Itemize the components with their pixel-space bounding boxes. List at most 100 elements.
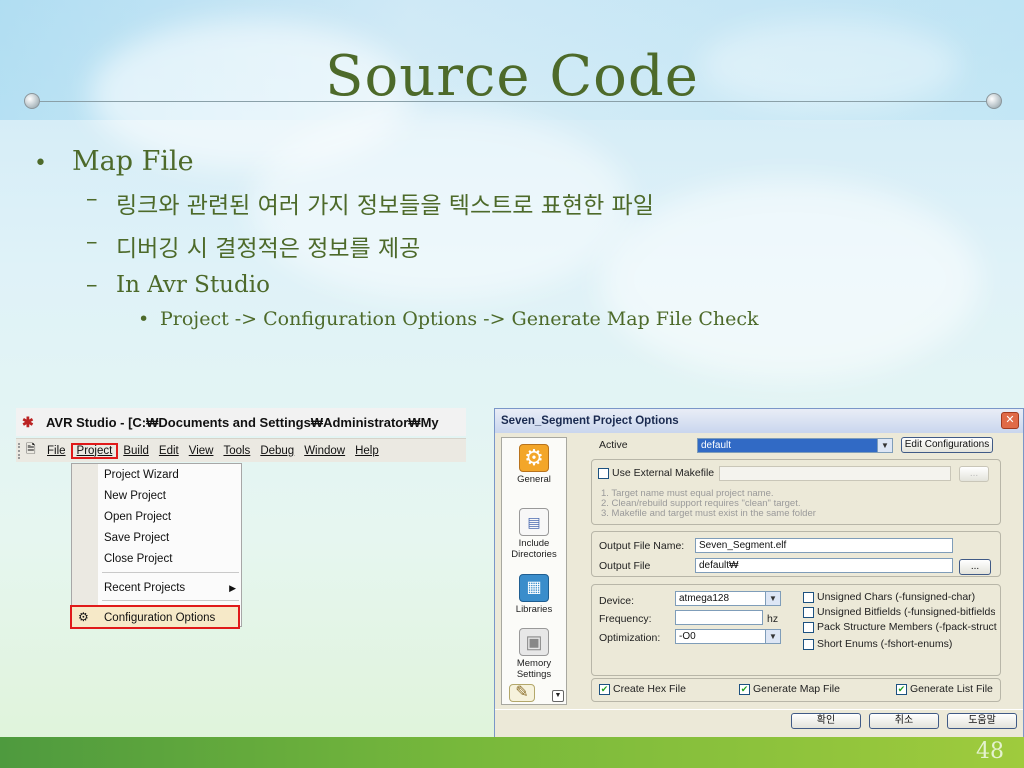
- generate-list-label: Generate List File: [910, 683, 993, 695]
- active-label: Active: [599, 439, 628, 451]
- create-hex-checkbox[interactable]: ✔: [599, 684, 610, 695]
- device-label: Device:: [599, 595, 635, 607]
- sidebar-item-custom[interactable]: ✎: [502, 684, 542, 704]
- use-external-makefile-checkbox[interactable]: [598, 468, 609, 479]
- close-button[interactable]: ✕: [1001, 412, 1019, 429]
- menu-item-label: Configuration Options: [104, 612, 216, 624]
- menu-file[interactable]: File: [42, 445, 71, 457]
- cancel-button[interactable]: 취소: [869, 713, 939, 729]
- use-external-makefile-label: Use External Makefile: [612, 467, 715, 479]
- chevron-down-icon[interactable]: ▼: [552, 690, 564, 702]
- menu-project[interactable]: Project: [70, 442, 119, 459]
- sidebar-item-label: Libraries: [515, 604, 553, 615]
- frequency-unit: hz: [767, 613, 779, 625]
- submenu-arrow-icon: ▶: [229, 583, 236, 593]
- bullet-level2: – In Avr Studio: [86, 272, 759, 298]
- menu-separator: [102, 572, 239, 573]
- device-select[interactable]: atmega128 ▼: [675, 591, 781, 606]
- ok-button[interactable]: 확인: [791, 713, 861, 729]
- menu-tools[interactable]: Tools: [218, 445, 255, 457]
- output-file-name-label: Output File Name:: [599, 540, 685, 552]
- menu-item-save-project[interactable]: Save Project: [104, 529, 169, 547]
- frequency-label: Frequency:: [599, 613, 652, 625]
- menu-view[interactable]: View: [184, 445, 219, 457]
- output-file-name-input[interactable]: Seven_Segment.elf: [695, 538, 953, 553]
- generate-list-checkbox[interactable]: ✔: [896, 684, 907, 695]
- menu-separator: [102, 600, 239, 601]
- bullet-level2: – 링크와 관련된 여러 가지 정보들을 텍스트로 표현한 파일: [86, 186, 759, 220]
- sidebar-item-memory-settings[interactable]: ▣ Memory Settings: [502, 628, 566, 680]
- bullet-level2: – 디버깅 시 결정적은 정보를 제공: [86, 229, 759, 263]
- libraries-icon: ▦: [519, 574, 549, 602]
- dialog-titlebar: Seven_Segment Project Options: [495, 409, 1023, 433]
- generate-map-checkbox[interactable]: ✔: [739, 684, 750, 695]
- menu-window[interactable]: Window: [299, 445, 350, 457]
- menu-build[interactable]: Build: [118, 445, 154, 457]
- project-options-dialog: Seven_Segment Project Options ✕ ⚙ Genera…: [494, 408, 1024, 738]
- dialog-title: Seven_Segment Project Options: [501, 415, 679, 427]
- generate-map-label: Generate Map File: [753, 683, 840, 695]
- makefile-hint-3: 3. Makefile and target must exist in the…: [601, 508, 816, 519]
- menu-item-project-wizard[interactable]: Project Wizard: [104, 466, 179, 484]
- bullet-list: • Map File – 링크와 관련된 여러 가지 정보들을 텍스트로 표현한…: [34, 146, 759, 330]
- menu-item-new-project[interactable]: New Project: [104, 487, 166, 505]
- bullet-text: Project -> Configuration Options -> Gene…: [160, 308, 759, 330]
- sidebar-item-include-directories[interactable]: ▤ Include Directories: [502, 508, 566, 560]
- chevron-down-icon: ▼: [765, 630, 780, 643]
- active-config-value: default: [701, 440, 732, 451]
- bullet-dash-icon: –: [86, 186, 98, 212]
- edit-configurations-button[interactable]: Edit Configurations: [901, 437, 993, 453]
- chevron-down-icon: ▼: [877, 439, 892, 452]
- bullet-dot-icon: •: [138, 308, 150, 330]
- short-enums-label: Short Enums (-fshort-enums): [817, 638, 953, 650]
- avr-window-titlebar: ✱ AVR Studio - [C:₩Documents and Setting…: [16, 408, 466, 436]
- memory-settings-icon: ▣: [519, 628, 549, 656]
- menu-debug[interactable]: Debug: [255, 445, 299, 457]
- active-config-select[interactable]: default ▼: [697, 438, 893, 453]
- sidebar-item-libraries[interactable]: ▦ Libraries: [502, 574, 566, 615]
- unsigned-bitfields-checkbox[interactable]: [803, 607, 814, 618]
- menu-item-configuration-options[interactable]: ⚙ Configuration Options: [70, 605, 240, 629]
- menu-item-open-project[interactable]: Open Project: [104, 508, 171, 526]
- unsigned-bitfields-label: Unsigned Bitfields (-funsigned-bitfields: [817, 606, 995, 618]
- optimization-label: Optimization:: [599, 632, 661, 644]
- title-divider: [32, 101, 994, 102]
- menu-item-close-project[interactable]: Close Project: [104, 550, 172, 568]
- device-value: atmega128: [679, 593, 730, 604]
- pack-structure-label: Pack Structure Members (-fpack-struct): [817, 621, 997, 633]
- include-directories-icon: ▤: [519, 508, 549, 536]
- avr-app-icon: ✱: [22, 414, 34, 430]
- bullet-text: In Avr Studio: [116, 272, 270, 298]
- bullet-dot-icon: •: [34, 151, 47, 176]
- sidebar-item-label: Include Directories: [511, 538, 557, 560]
- divider-knob-right: [986, 93, 1002, 109]
- short-enums-checkbox[interactable]: [803, 639, 814, 650]
- optimization-select[interactable]: -O0 ▼: [675, 629, 781, 644]
- pack-structure-checkbox[interactable]: [803, 622, 814, 633]
- bullet-text: 링크와 관련된 여러 가지 정보들을 텍스트로 표현한 파일: [116, 193, 654, 219]
- document-icon: 🗎: [26, 442, 36, 456]
- help-button[interactable]: 도움말: [947, 713, 1017, 729]
- menu-item-recent-projects[interactable]: Recent Projects ▶: [104, 579, 240, 597]
- output-file-input[interactable]: default₩: [695, 558, 953, 573]
- unsigned-chars-checkbox[interactable]: [803, 592, 814, 603]
- frequency-input[interactable]: [675, 610, 763, 625]
- menu-help[interactable]: Help: [350, 445, 384, 457]
- dialog-button-bar: [495, 709, 1023, 737]
- gear-icon: ⚙: [519, 444, 549, 472]
- menu-item-label: Recent Projects: [104, 582, 186, 594]
- menu-gutter: [72, 464, 98, 626]
- project-menu-dropdown: Project Wizard New Project Open Project …: [70, 463, 242, 629]
- optimization-value: -O0: [679, 631, 696, 642]
- output-browse-button[interactable]: ...: [959, 559, 991, 575]
- page-number: 48: [976, 739, 1004, 764]
- bullet-text: Map File: [72, 146, 194, 177]
- bullet-level3: • Project -> Configuration Options -> Ge…: [138, 308, 759, 330]
- menu-edit[interactable]: Edit: [154, 445, 184, 457]
- makefile-path-input: [719, 466, 951, 481]
- chevron-down-icon: ▼: [765, 592, 780, 605]
- divider-knob-left: [24, 93, 40, 109]
- avr-menubar: 🗎 File Project Build Edit View Tools Deb…: [16, 438, 466, 462]
- avr-studio-screenshot: ✱ AVR Studio - [C:₩Documents and Setting…: [16, 408, 466, 630]
- sidebar-item-general[interactable]: ⚙ General: [502, 444, 566, 485]
